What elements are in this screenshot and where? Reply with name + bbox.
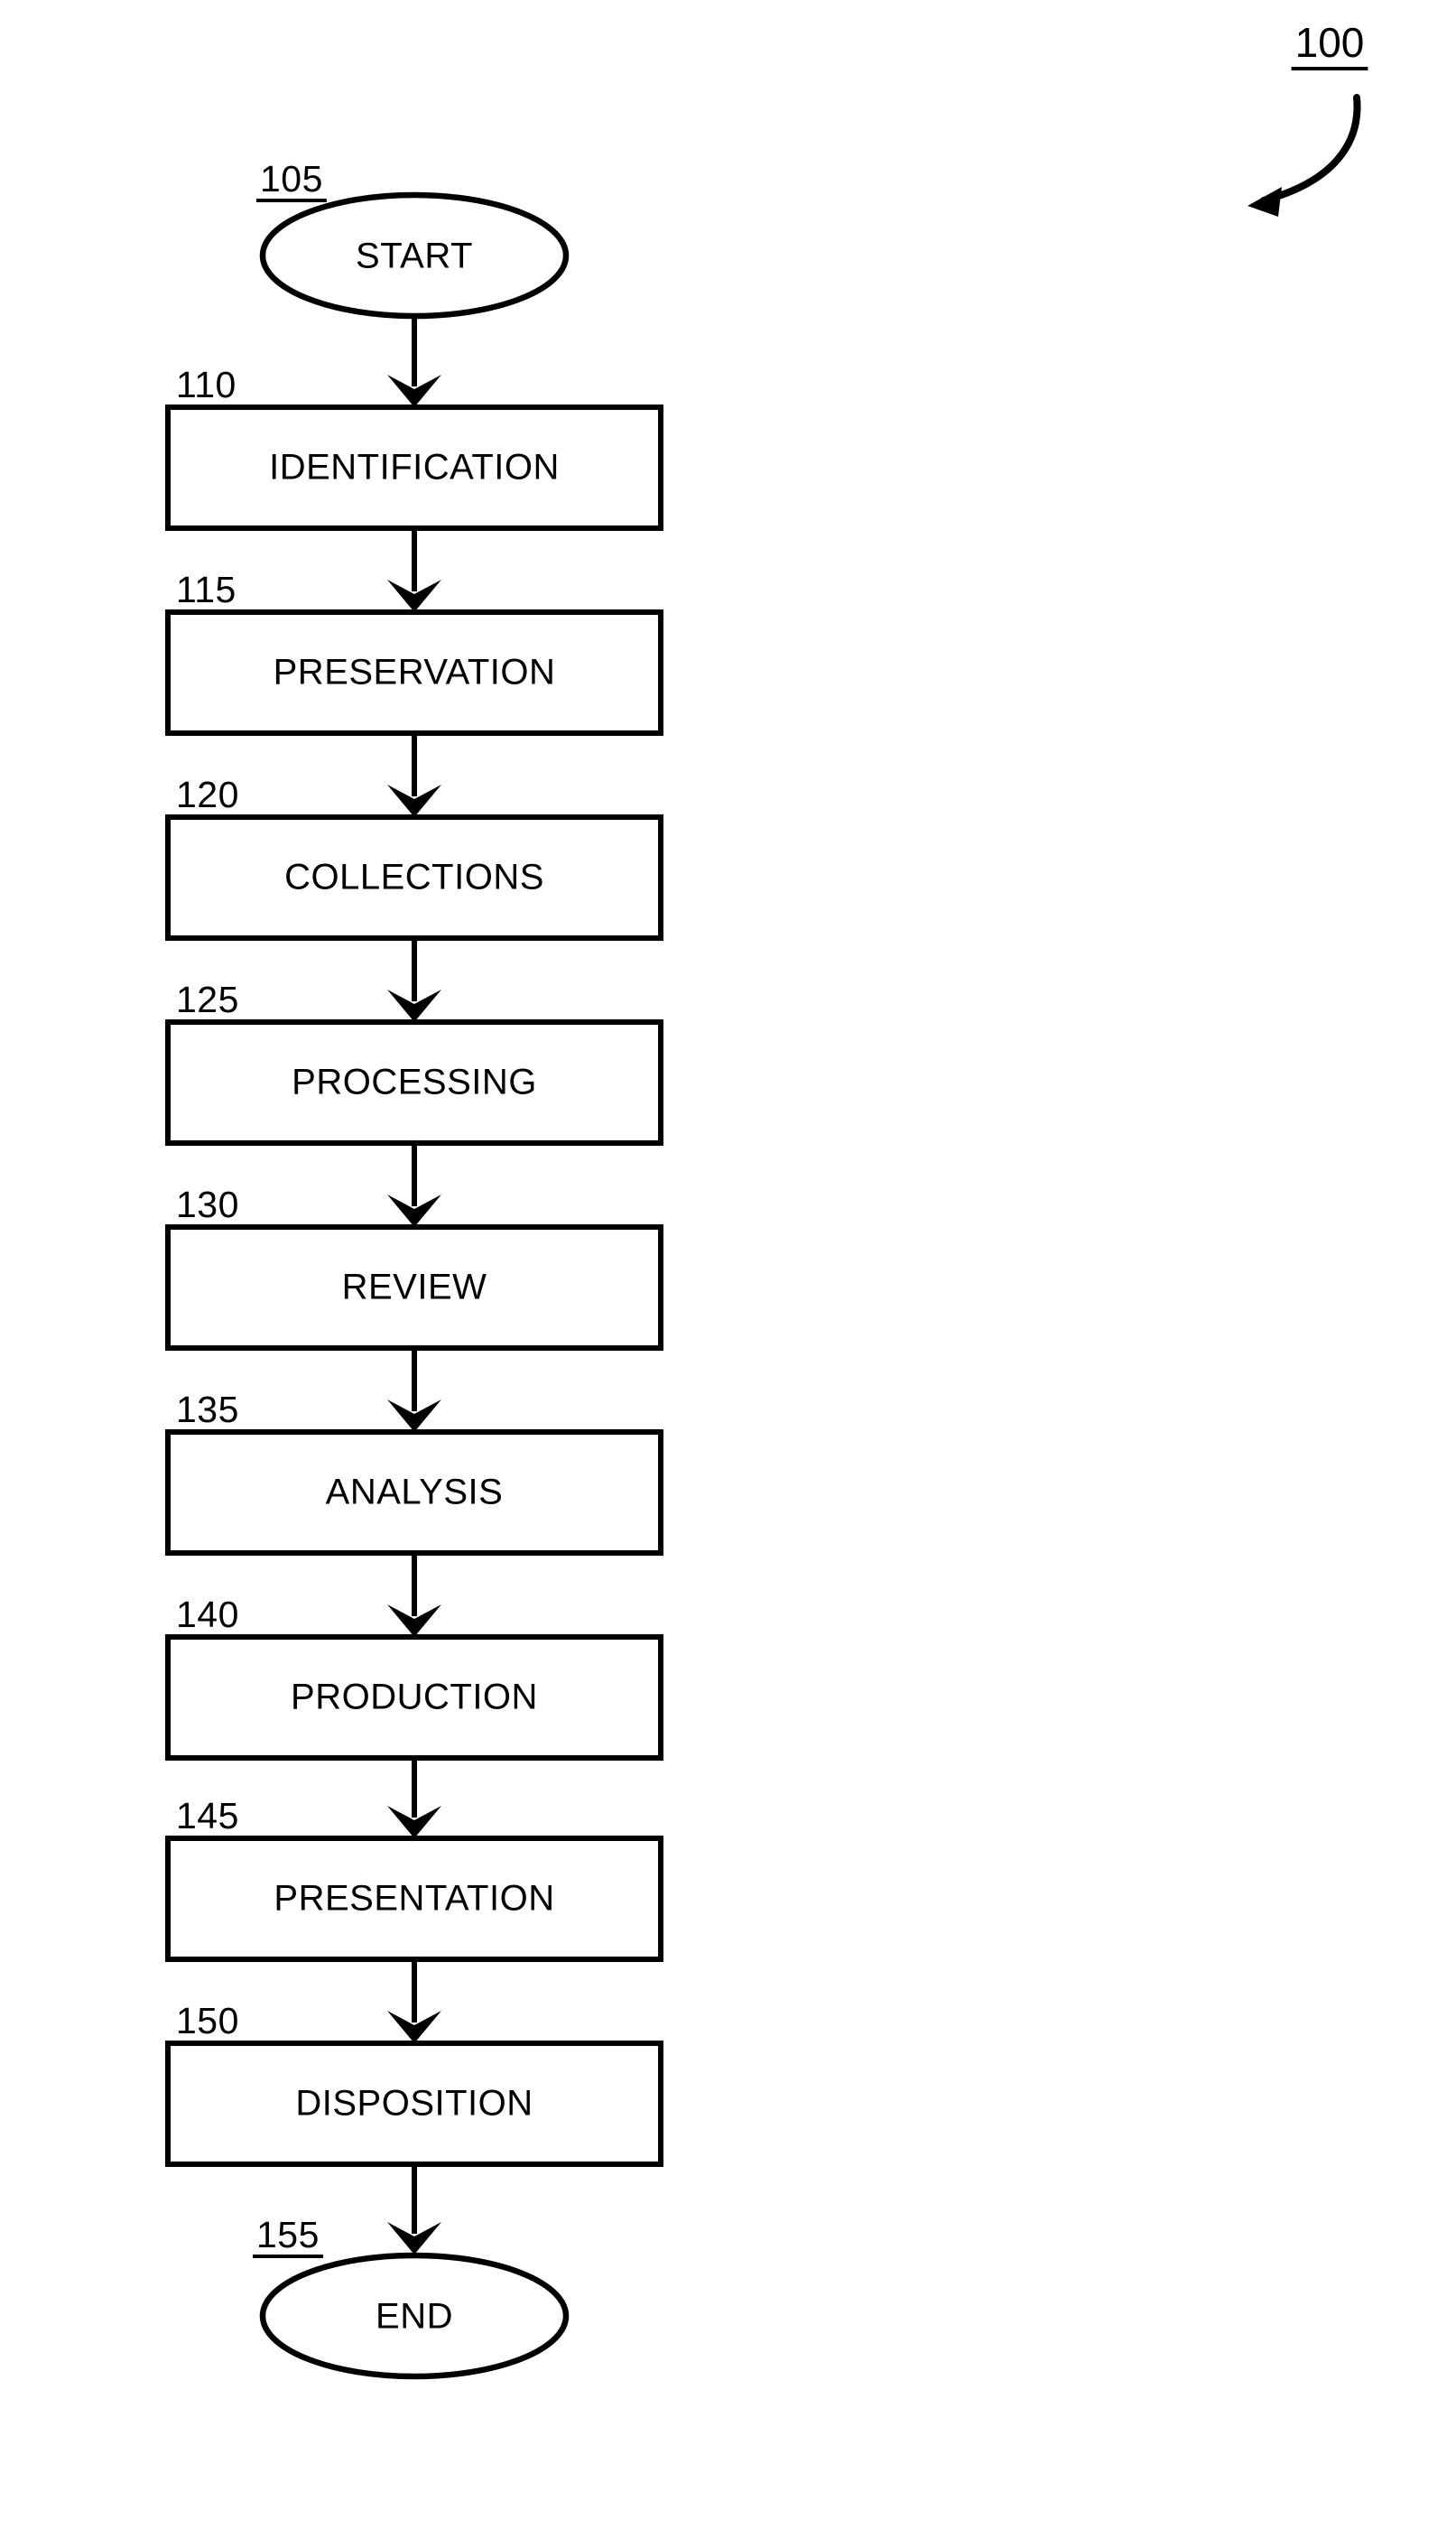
node-135-analysis: 135 ANALYSIS — [165, 1389, 663, 1556]
ref-label-115: 115 — [176, 569, 236, 610]
curved-arrow-icon — [1260, 94, 1361, 204]
ref-label-105: 105 — [260, 158, 323, 200]
ref-label-155: 155 — [256, 2214, 320, 2255]
edge-145-150 — [387, 1959, 441, 2043]
edge-105-110 — [387, 316, 441, 407]
ref-label-135: 135 — [176, 1389, 239, 1430]
node-label-end: END — [376, 2297, 453, 2337]
edge-110-115 — [387, 528, 441, 612]
edge-150-155 — [387, 2164, 441, 2255]
patent-figure: 100 105 START 110 IDENTIFICATION 115 PRE… — [0, 0, 1456, 2529]
ref-label-110: 110 — [176, 364, 236, 405]
curved-arrow-head-icon — [1247, 187, 1282, 217]
node-150-disposition: 150 DISPOSITION — [165, 2000, 663, 2167]
figure-reference-label: 100 — [1295, 19, 1365, 66]
edge-140-145 — [387, 1758, 441, 1838]
ref-label-145: 145 — [176, 1795, 239, 1836]
flowchart-canvas: 100 105 START 110 IDENTIFICATION 115 PRE… — [165, 19, 1368, 2380]
ref-label-140: 140 — [176, 1594, 239, 1635]
node-145-presentation: 145 PRESENTATION — [165, 1795, 663, 1962]
node-label-collections: COLLECTIONS — [284, 858, 544, 897]
node-label-disposition: DISPOSITION — [295, 2084, 533, 2124]
node-110-identification: 110 IDENTIFICATION — [165, 364, 663, 531]
edge-125-130 — [387, 1143, 441, 1227]
node-115-preservation: 115 PRESERVATION — [165, 569, 663, 736]
node-label-identification: IDENTIFICATION — [269, 448, 560, 488]
node-105-start: 105 START — [256, 158, 570, 320]
edge-135-140 — [387, 1553, 441, 1637]
figure-reference-100: 100 — [1247, 19, 1368, 217]
node-label-review: REVIEW — [342, 1268, 487, 1307]
node-label-preservation: PRESERVATION — [274, 653, 556, 693]
node-label-production: PRODUCTION — [291, 1678, 538, 1717]
node-125-processing: 125 PROCESSING — [165, 979, 663, 1146]
node-label-processing: PROCESSING — [292, 1063, 537, 1102]
node-label-analysis: ANALYSIS — [326, 1473, 504, 1512]
ref-label-120: 120 — [176, 774, 239, 815]
node-label-start: START — [356, 237, 473, 276]
node-120-collections: 120 COLLECTIONS — [165, 774, 663, 941]
node-label-presentation: PRESENTATION — [274, 1879, 554, 1919]
ref-label-130: 130 — [176, 1184, 239, 1225]
edge-130-135 — [387, 1348, 441, 1432]
node-140-production: 140 PRODUCTION — [165, 1594, 663, 1761]
ref-label-150: 150 — [176, 2000, 239, 2041]
node-130-review: 130 REVIEW — [165, 1184, 663, 1351]
ref-label-125: 125 — [176, 979, 239, 1020]
edge-115-120 — [387, 733, 441, 817]
edge-120-125 — [387, 938, 441, 1022]
